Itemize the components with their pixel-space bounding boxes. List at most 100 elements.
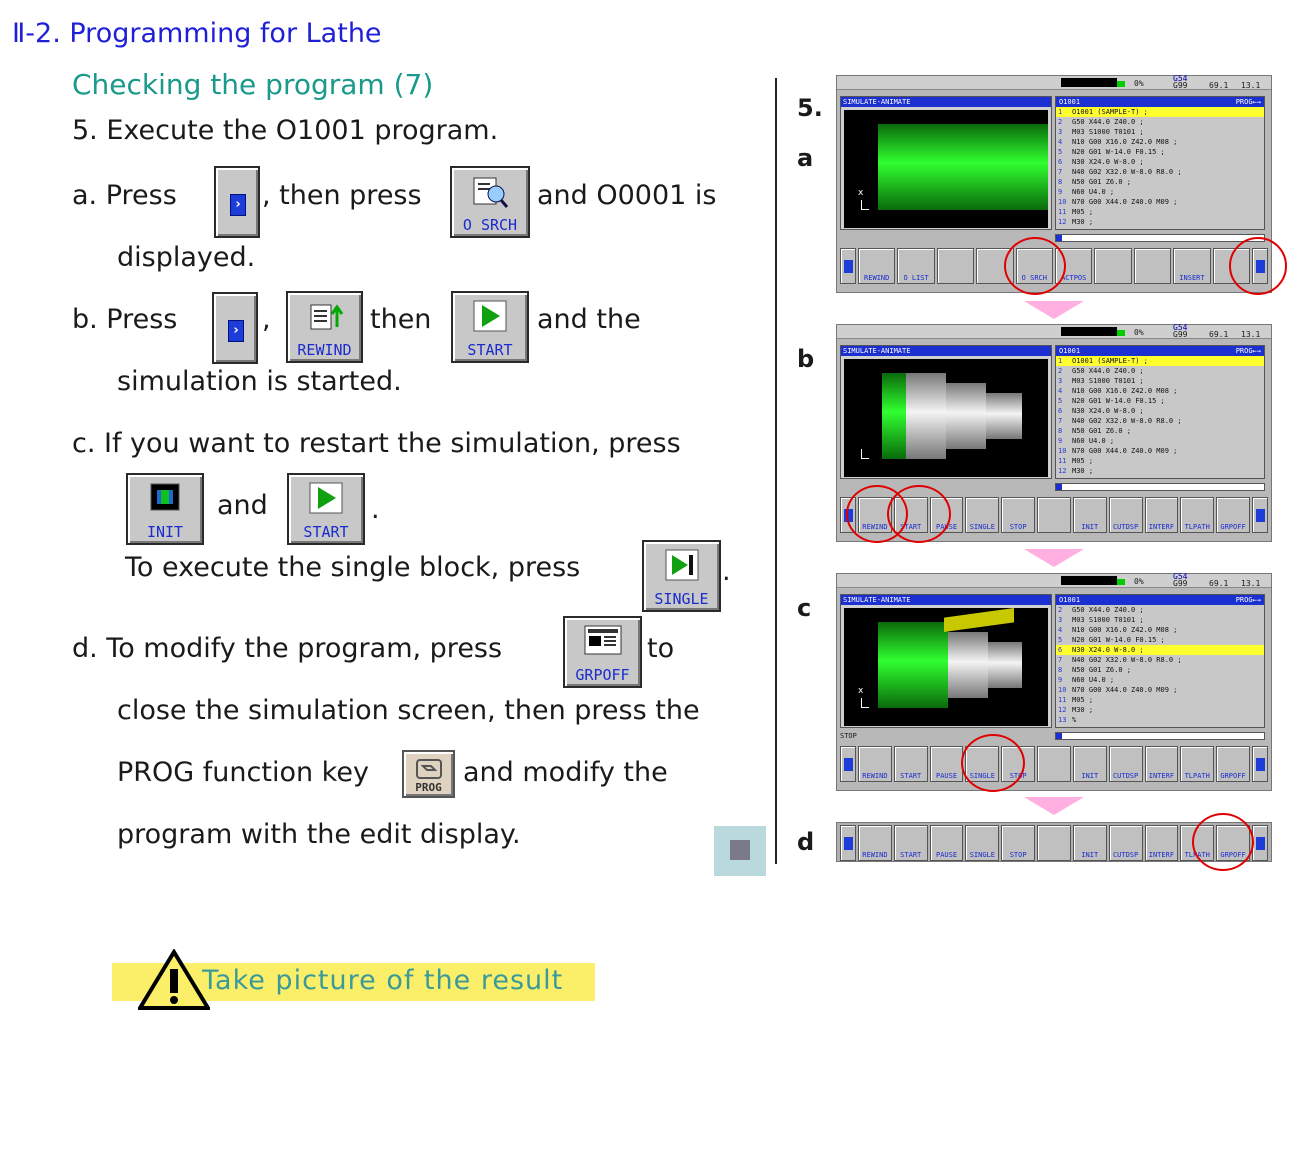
line-number: 2 <box>1058 367 1063 375</box>
line-text: N40 G02 X32.0 W-8.0 R8.0 ; <box>1072 168 1182 176</box>
softkey-right-arrow[interactable] <box>1251 497 1268 533</box>
rewind-icon <box>310 304 343 330</box>
line-text: N60 U4.0 ; <box>1072 676 1115 684</box>
line-text: N40 G02 X32.0 W-8.0 R8.0 ; <box>1072 656 1182 664</box>
grpoff-key[interactable]: GRPOFF <box>563 616 642 688</box>
softkey[interactable]: INTERF <box>1144 746 1179 782</box>
line-text: M05 ; <box>1072 696 1094 704</box>
step-c-dot2: . <box>722 556 731 587</box>
start-key-c[interactable]: START <box>287 473 365 545</box>
softkey[interactable]: INIT <box>1072 825 1107 861</box>
start-key[interactable]: START <box>451 291 529 363</box>
softkey[interactable] <box>1094 248 1132 284</box>
softkey[interactable]: SINGLE <box>965 497 1000 533</box>
softkey-label: START <box>900 851 922 859</box>
program-line: 3 M03 S1000 T0101 ; <box>1056 615 1264 625</box>
line-number: 4 <box>1058 387 1063 395</box>
line-number: 8 <box>1058 666 1063 674</box>
prog-function-key[interactable]: PROG <box>402 750 455 798</box>
softkey[interactable]: PAUSE <box>929 746 964 782</box>
softkey[interactable]: REWIND <box>858 746 892 782</box>
line-number: 3 <box>1058 616 1063 624</box>
softkey-label: STOP <box>1009 523 1027 531</box>
softkey[interactable]: GRPOFF <box>1216 497 1250 533</box>
rewind-key[interactable]: REWIND <box>286 291 363 363</box>
step-c-dot: . <box>371 494 380 525</box>
softkey[interactable]: REWIND <box>858 248 896 284</box>
softkey[interactable]: CUTDSP <box>1108 497 1143 533</box>
step-a-press: a. Press <box>72 180 177 211</box>
program-line: 9 N60 U4.0 ; <box>1056 675 1264 685</box>
softkey-right-arrow[interactable] <box>1251 746 1268 782</box>
softkey-left-arrow[interactable] <box>840 825 856 861</box>
softkey[interactable] <box>1037 746 1071 782</box>
step-d-mod: d. To modify the program, press <box>72 633 503 664</box>
program-listing: 1 O1001 (SAMPLE-T) ; 2 G50 X44.0 Z40.0 ; 3 M0… <box>1056 107 1264 227</box>
softkey[interactable]: START <box>893 746 928 782</box>
highlight-circle <box>1229 237 1287 295</box>
softkey[interactable]: SINGLE <box>965 825 1000 861</box>
softkey[interactable]: GRPOFF <box>1216 746 1250 782</box>
program-line: 11 M05 ; <box>1056 207 1264 217</box>
softkey[interactable]: STOP <box>1001 825 1036 861</box>
softkey-label: PAUSE <box>935 851 958 859</box>
line-number: 10 <box>1058 198 1067 206</box>
init-key[interactable]: INIT <box>126 473 204 545</box>
softkey-left-arrow[interactable] <box>840 746 856 782</box>
simulation-view: x <box>844 608 1048 726</box>
page-title: Ⅱ-2. Programming for Lathe <box>12 18 382 49</box>
step-b-press: b. Press <box>72 304 178 335</box>
softkey[interactable]: CUTDSP <box>1108 746 1143 782</box>
softkey[interactable]: TLPATH <box>1180 746 1215 782</box>
softkey-label: TLPATH <box>1184 772 1210 780</box>
softkey[interactable]: INIT <box>1072 746 1107 782</box>
step-a-then: , then press <box>262 180 422 211</box>
line-number: 3 <box>1058 377 1063 385</box>
line-text: G50 X44.0 Z40.0 ; <box>1072 367 1144 375</box>
softkey[interactable]: INIT <box>1072 497 1107 533</box>
program-line: 5 N20 G01 W-14.0 F0.15 ; <box>1056 396 1264 406</box>
step-c-if: c. If you want to restart the simulation… <box>72 428 681 459</box>
line-number: 1 <box>1058 357 1063 365</box>
softkey[interactable] <box>1133 248 1172 284</box>
softkey[interactable]: INTERF <box>1144 825 1179 861</box>
line-number: 9 <box>1058 188 1063 196</box>
down-arrow-icon <box>1024 301 1084 319</box>
softkey[interactable] <box>1037 497 1071 533</box>
softkey[interactable]: TLPATH <box>1180 497 1215 533</box>
softkey-left-arrow[interactable] <box>840 248 856 284</box>
softkey[interactable] <box>936 248 975 284</box>
line-number: 11 <box>1058 457 1067 465</box>
softkey[interactable]: CUTDSP <box>1108 825 1143 861</box>
softkey[interactable]: REWIND <box>858 825 892 861</box>
line-text: N50 G01 Z6.0 ; <box>1072 178 1132 186</box>
highlight-circle <box>1004 237 1066 295</box>
step-d-andmod: and modify the <box>463 757 668 788</box>
single-key[interactable]: SINGLE <box>642 540 721 612</box>
softkey[interactable]: INSERT <box>1173 248 1211 284</box>
softkey[interactable] <box>1037 825 1071 861</box>
softkey-label: CUTDSP <box>1112 851 1139 859</box>
line-number: 2 <box>1058 118 1063 126</box>
next-arrow-key-b[interactable]: › <box>212 292 258 364</box>
program-line: 6 N30 X24.0 W-8.0 ; <box>1056 406 1264 416</box>
program-window: O1001 PROG←→ 1 O1001 (SAMPLE-T) ; 2 G50 X44.… <box>1055 345 1265 479</box>
softkey[interactable]: START <box>893 825 928 861</box>
init-icon <box>150 483 180 511</box>
softkey-label: O LIST <box>903 274 929 282</box>
softkey[interactable]: PAUSE <box>929 825 964 861</box>
line-number: 6 <box>1058 407 1063 415</box>
softkey[interactable]: O LIST <box>897 248 935 284</box>
softkey[interactable]: STOP <box>1001 497 1036 533</box>
program-line: 3 M03 S1000 T0101 ; <box>1056 376 1264 386</box>
next-arrow-key[interactable]: › <box>214 166 260 238</box>
step-b-and: and the <box>537 304 641 335</box>
line-text: N30 X24.0 W-8.0 ; <box>1072 407 1144 415</box>
o-srch-key[interactable]: O SRCH <box>450 166 530 238</box>
softkey[interactable]: INTERF <box>1144 497 1179 533</box>
softkey-right-arrow[interactable] <box>1251 825 1268 861</box>
line-number: 11 <box>1058 208 1067 216</box>
label-b: b <box>797 345 815 373</box>
column-divider <box>775 78 777 864</box>
line-text: N70 G00 X44.0 Z40.0 M09 ; <box>1072 686 1178 694</box>
